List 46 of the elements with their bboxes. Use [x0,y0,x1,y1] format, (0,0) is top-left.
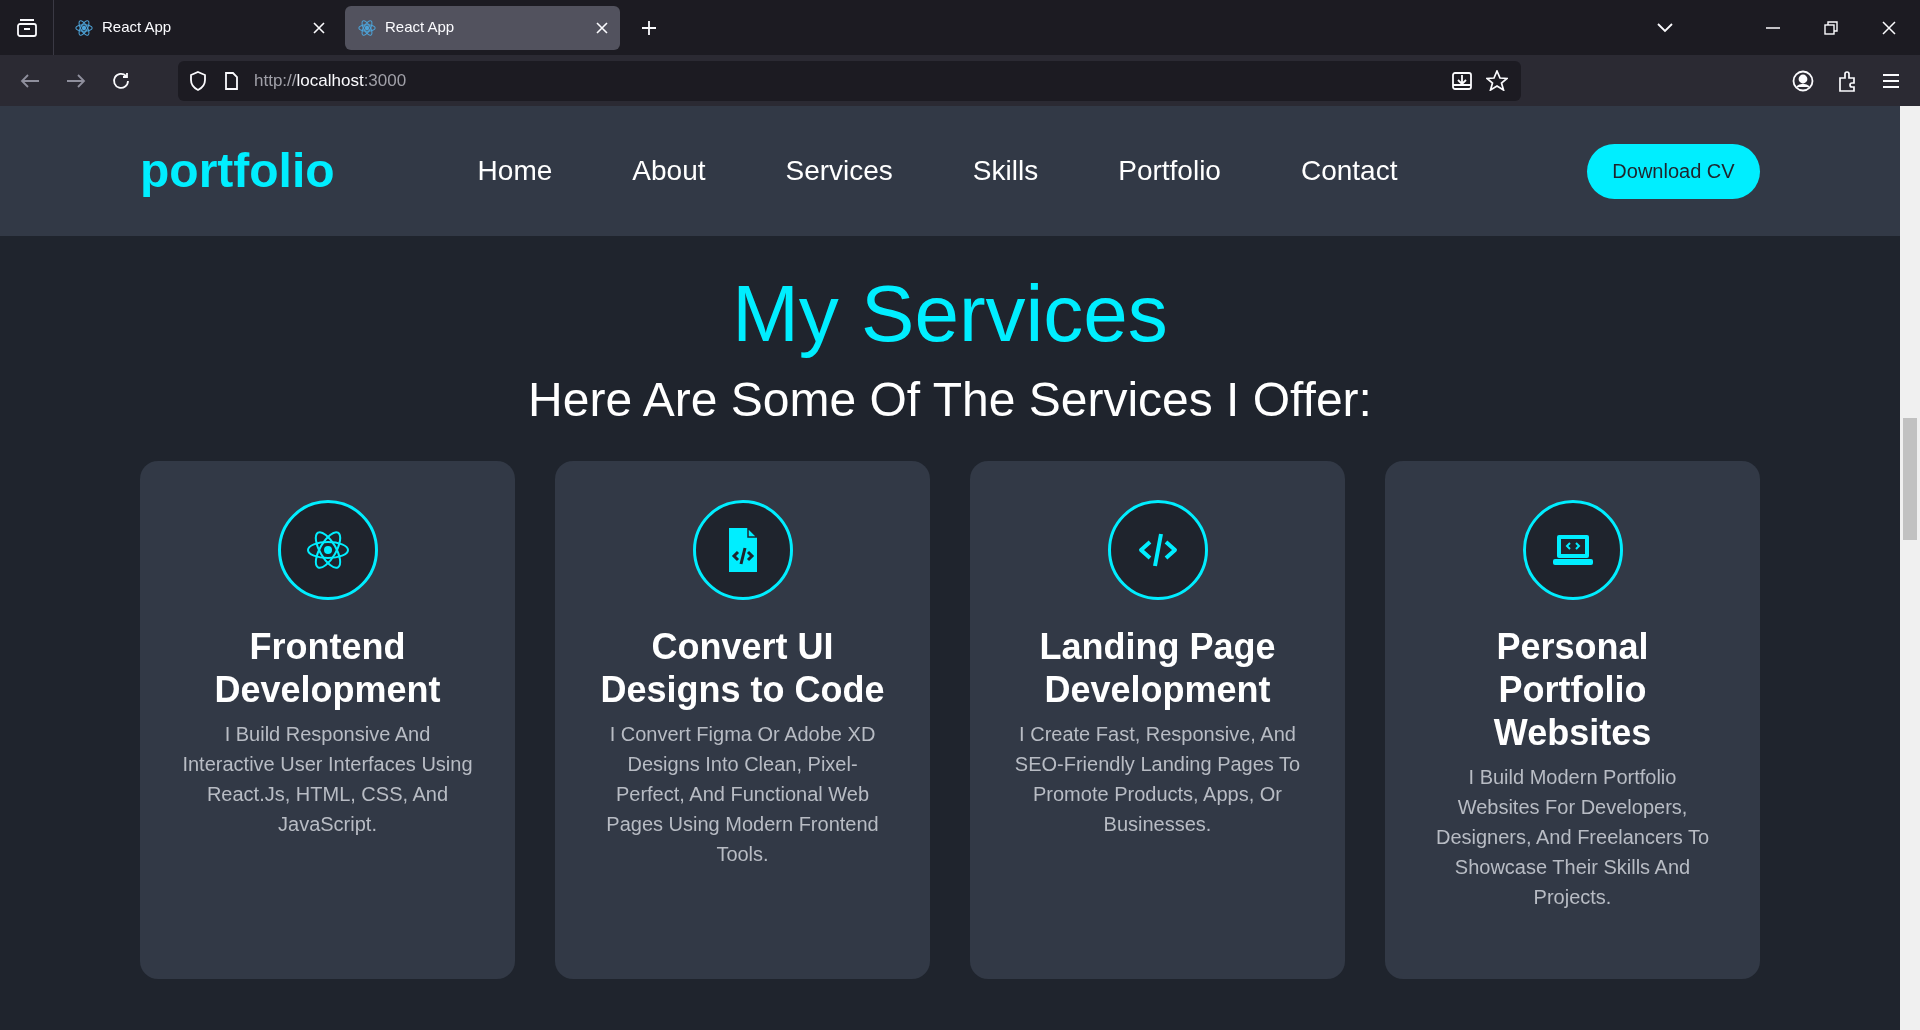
new-tab-icon[interactable] [640,18,658,37]
account-icon[interactable] [1792,69,1814,92]
address-bar[interactable]: http://localhost:3000 [178,60,1521,101]
nav-link[interactable]: Home [477,150,553,192]
react-icon [74,18,94,37]
shield-icon[interactable] [189,70,207,91]
download-cv-button[interactable]: Download CV [1587,143,1760,199]
card-description: I Convert Figma Or Adobe XD Designs Into Clean, Pixel-Perfect, And Functional Web Pages Using Modern Frontend Tools. [605,722,880,867]
page-icon [224,71,239,90]
reload-icon[interactable] [111,70,131,91]
browser-tab[interactable]: React App [62,5,337,50]
card-title: Convert UI Designs to Code [599,625,886,711]
card-description: I Build Responsive And Interactive User Interfaces Using React.Js, HTML, CSS, And JavaScript. [181,722,474,837]
forward-icon[interactable] [66,72,86,89]
card-description: I Create Fast, Responsive, And SEO-Friendly Landing Pages To Promote Products, Apps, Or Businesses. [1013,722,1302,837]
card-description: I Build Modern Portfolio Websites For Developers, Designers, And Freelancers To Showcase Their Skills And Projects. [1434,765,1711,910]
menu-icon[interactable] [1882,72,1900,89]
section-subtitle: Here Are Some Of The Services I Offer: [528,372,1372,428]
save-page-icon[interactable] [1451,70,1473,91]
card-title: Landing Page Development [1038,625,1277,711]
tab-title: React App [102,17,172,38]
restore-icon[interactable] [1824,20,1838,35]
minimize-icon[interactable] [1766,26,1780,29]
close-tab-icon[interactable] [596,21,608,34]
chevron-down-icon[interactable] [1656,21,1674,34]
card-title: Frontend Development [213,625,442,711]
card-title: Personal Portfolio Websites [1492,625,1653,754]
nav-link[interactable]: About [632,150,706,192]
close-icon[interactable] [1882,20,1896,35]
section-title: My Services [732,268,1168,360]
tab-title: React App [385,17,455,38]
scrollbar[interactable] [1900,106,1920,1030]
close-tab-icon[interactable] [313,21,325,34]
scrollbar-thumb[interactable] [1903,418,1917,540]
logo[interactable]: portfolio [140,135,335,207]
nav-link[interactable]: Services [785,150,893,192]
react-icon [357,18,377,37]
nav-link[interactable]: Skills [972,150,1039,192]
url-text[interactable]: http://localhost:3000 [254,67,407,94]
tab-list-icon[interactable] [15,17,38,38]
back-icon[interactable] [20,72,40,89]
browser-tab[interactable]: React App [345,5,620,50]
nav-link[interactable]: Contact [1300,150,1398,192]
extensions-icon[interactable] [1838,69,1858,92]
nav-link[interactable]: Portfolio [1118,150,1221,192]
star-icon[interactable] [1486,70,1508,91]
